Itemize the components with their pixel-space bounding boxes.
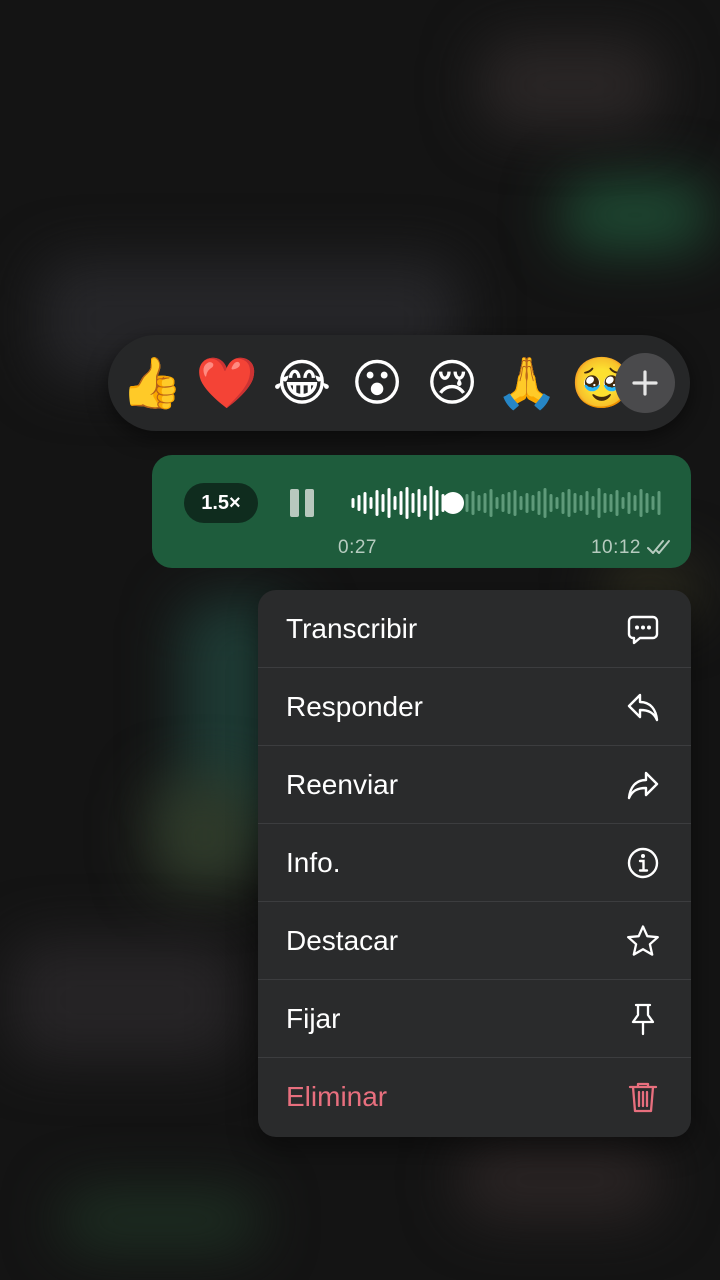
waveform-bar (351, 498, 355, 508)
star-icon (625, 923, 661, 959)
waveform-bar (477, 495, 481, 511)
menu-item-label: Responder (286, 690, 423, 722)
elapsed-time: 0:27 (338, 537, 377, 558)
menu-item-fijar[interactable]: Fijar (258, 980, 691, 1058)
speech-bubble-dots-icon (625, 611, 661, 647)
menu-item-eliminar[interactable]: Eliminar (258, 1058, 691, 1136)
waveform-bar (585, 491, 589, 515)
waveform-bar (597, 488, 601, 518)
waveform-bar (357, 495, 361, 511)
info-icon (625, 845, 661, 881)
waveform-bar (423, 495, 427, 511)
reply-icon (625, 689, 661, 725)
sent-time: 10:12 (590, 537, 641, 558)
menu-item-transcribir[interactable]: Transcribir (258, 590, 691, 668)
reaction-tears-of-joy[interactable]: 😂 (273, 358, 331, 408)
waveform-bar (489, 489, 493, 517)
pause-icon[interactable] (288, 489, 316, 517)
reaction-red-heart[interactable]: ❤️ (196, 358, 258, 408)
waveform-bar (501, 494, 505, 512)
double-check-icon (647, 540, 670, 554)
menu-item-reenviar[interactable]: Reenviar (258, 746, 691, 824)
menu-item-label: Destacar (286, 924, 399, 956)
pin-icon (625, 1001, 661, 1037)
waveform-bar (363, 492, 367, 514)
menu-item-responder[interactable]: Responder (258, 668, 691, 746)
waveform-bar (609, 494, 613, 512)
waveform-bar (429, 486, 433, 520)
waveform-bar (381, 494, 385, 512)
reaction-picker: 👍 ❤️ 😂 😮 😢 🙏 🥹 (108, 335, 690, 431)
reaction-surprised-face[interactable]: 😮 (351, 358, 403, 408)
playback-speed-button[interactable]: 1.5× (184, 483, 258, 523)
waveform-bar (513, 490, 517, 516)
waveform-bar (465, 494, 469, 512)
waveform-bar (579, 495, 583, 511)
more-reactions-button[interactable] (615, 353, 675, 413)
waveform-bar (375, 490, 379, 516)
waveform-bar (567, 489, 571, 517)
waveform-bar (639, 489, 643, 517)
waveform-bar (405, 487, 409, 519)
waveform-bar (645, 493, 649, 513)
reaction-crying-face[interactable]: 😢 (426, 358, 478, 408)
voice-message-bubble[interactable]: 1.5× 0:27 10:12 (152, 455, 691, 568)
waveform-bar (555, 497, 559, 509)
trash-icon (625, 1079, 661, 1115)
waveform-bar (507, 492, 511, 514)
waveform-bar (417, 489, 421, 517)
waveform-bar (531, 495, 535, 511)
playback-scrubber-handle[interactable] (442, 492, 464, 514)
menu-item-label: Transcribir (286, 612, 418, 644)
menu-item-label: Eliminar (286, 1081, 388, 1112)
menu-item-label: Fijar (286, 1002, 341, 1034)
waveform-bar (399, 491, 403, 515)
menu-item-label: Info. (286, 846, 341, 878)
message-context-menu: Transcribir Responder Reenviar Info. Des… (258, 590, 691, 1137)
waveform-bar (483, 493, 487, 513)
waveform-bar (657, 491, 661, 515)
waveform-bar (561, 492, 565, 514)
reaction-folded-hands[interactable]: 🙏 (496, 358, 558, 408)
waveform-bar (495, 497, 499, 509)
waveform-bar (525, 493, 529, 513)
audio-waveform[interactable] (350, 483, 662, 523)
waveform-bar (591, 496, 595, 510)
waveform-bar (633, 495, 637, 511)
waveform-bar (369, 497, 373, 509)
waveform-bar (393, 496, 397, 510)
waveform-bar (387, 488, 391, 518)
reaction-thumbs-up[interactable]: 👍 (121, 358, 183, 408)
menu-item-info[interactable]: Info. (258, 824, 691, 902)
menu-item-label: Reenviar (286, 768, 399, 800)
plus-icon (632, 370, 658, 396)
forward-icon (625, 767, 661, 803)
waveform-bar (537, 491, 541, 515)
waveform-bar (651, 496, 655, 510)
waveform-bar (615, 490, 619, 516)
waveform-bar (549, 494, 553, 512)
waveform-bar (627, 492, 631, 514)
waveform-bar (621, 497, 625, 509)
waveform-bar (543, 488, 547, 518)
menu-item-destacar[interactable]: Destacar (258, 902, 691, 980)
waveform-bar (519, 496, 523, 510)
waveform-bar (603, 493, 607, 513)
waveform-bar (435, 490, 439, 516)
waveform-bar (411, 493, 415, 513)
waveform-bar (573, 493, 577, 513)
waveform-bar (471, 491, 475, 515)
